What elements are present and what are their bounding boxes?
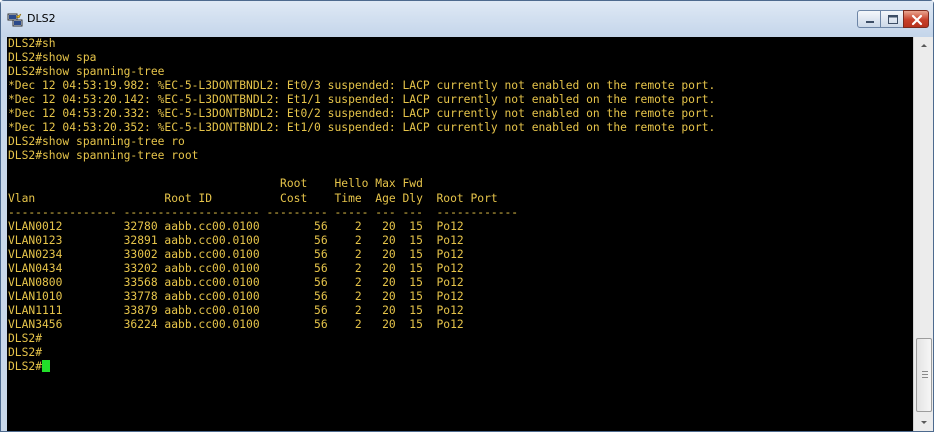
- terminal-line: VLAN0234 33002 aabb.cc00.0100 56 2 20 15…: [7, 248, 913, 262]
- terminal-line-text: DLS2#show spanning-tree: [8, 65, 165, 79]
- terminal-line: DLS2#show spanning-tree ro: [7, 135, 913, 149]
- putty-window: DLS2 DLS2#sh DLS2#show spa DLS2#show spann…: [0, 0, 934, 432]
- terminal-line-text: *Dec 12 04:53:20.142: %EC-5-L3DONTBNDL2:…: [8, 93, 716, 107]
- terminal-line: VLAN0123 32891 aabb.cc00.0100 56 2 20 15…: [7, 234, 913, 248]
- terminal-line-text: Vlan Root ID Cost Time Age Dly Root Port: [8, 191, 498, 205]
- terminal-line: *Dec 12 04:53:19.982: %EC-5-L3DONTBNDL2:…: [7, 79, 913, 93]
- putty-icon: [7, 12, 23, 27]
- terminal-line: VLAN1111 33879 aabb.cc00.0100 56 2 20 15…: [7, 304, 913, 318]
- terminal-line-text: VLAN1111 33879 aabb.cc00.0100 56 2 20 15…: [8, 303, 464, 317]
- terminal-line: ---------------- -------------------- --…: [7, 206, 913, 220]
- terminal-line: DLS2#show spa: [7, 51, 913, 65]
- scroll-down-arrow-icon[interactable]: [914, 414, 934, 431]
- terminal-line-text: VLAN3456 36224 aabb.cc00.0100 56 2 20 15…: [8, 317, 464, 331]
- scroll-up-arrow-icon[interactable]: [914, 37, 934, 54]
- terminal-line: Root Hello Max Fwd: [7, 177, 913, 191]
- terminal-line: *Dec 12 04:53:20.142: %EC-5-L3DONTBNDL2:…: [7, 93, 913, 107]
- terminal-line-text: VLAN0434 33202 aabb.cc00.0100 56 2 20 15…: [8, 261, 464, 275]
- terminal-line: VLAN3456 36224 aabb.cc00.0100 56 2 20 15…: [7, 318, 913, 332]
- terminal-line: VLAN1010 33778 aabb.cc00.0100 56 2 20 15…: [7, 290, 913, 304]
- terminal-line-text: DLS2#show spanning-tree ro: [8, 135, 185, 149]
- terminal-line-text: DLS2#: [8, 346, 43, 360]
- terminal-line-text: VLAN0234 33002 aabb.cc00.0100 56 2 20 15…: [8, 247, 464, 261]
- terminal-line: DLS2#: [7, 360, 913, 374]
- terminal-line-text: DLS2#show spa: [8, 51, 97, 65]
- terminal-line: DLS2#show spanning-tree: [7, 65, 913, 79]
- terminal-output[interactable]: DLS2#sh DLS2#show spa DLS2#show spanning-t…: [7, 37, 913, 431]
- terminal-line-text: DLS2#sh: [8, 37, 56, 50]
- terminal-cursor: [42, 360, 51, 373]
- title-bar[interactable]: DLS2: [1, 1, 933, 37]
- terminal-line: Vlan Root ID Cost Time Age Dly Root Port: [7, 192, 913, 206]
- terminal-line-text: DLS2#: [8, 360, 43, 374]
- terminal-line: DLS2#: [7, 332, 913, 346]
- terminal-line: *Dec 12 04:53:20.332: %EC-5-L3DONTBNDL2:…: [7, 107, 913, 121]
- vertical-scrollbar[interactable]: [913, 37, 933, 431]
- terminal-line-text: VLAN1010 33778 aabb.cc00.0100 56 2 20 15…: [8, 289, 464, 303]
- minimize-icon: [866, 21, 874, 23]
- terminal-line: *Dec 12 04:53:20.352: %EC-5-L3DONTBNDL2:…: [7, 121, 913, 135]
- terminal-line: DLS2#: [7, 346, 913, 360]
- window-title: DLS2: [27, 12, 56, 25]
- terminal-line-text: *Dec 12 04:53:19.982: %EC-5-L3DONTBNDL2:…: [8, 79, 716, 93]
- terminal-line-text: VLAN0012 32780 aabb.cc00.0100 56 2 20 15…: [8, 219, 464, 233]
- terminal-line: VLAN0434 33202 aabb.cc00.0100 56 2 20 15…: [7, 262, 913, 276]
- maximize-icon: [888, 15, 898, 24]
- terminal-line-text: *Dec 12 04:53:20.332: %EC-5-L3DONTBNDL2:…: [8, 107, 716, 121]
- close-icon: [911, 14, 923, 26]
- minimize-button[interactable]: [857, 10, 881, 28]
- terminal-line-text: VLAN0123 32891 aabb.cc00.0100 56 2 20 15…: [8, 233, 464, 247]
- terminal-line: VLAN0800 33568 aabb.cc00.0100 56 2 20 15…: [7, 276, 913, 290]
- terminal-line-text: ---------------- -------------------- --…: [8, 205, 519, 219]
- terminal-line-text: *Dec 12 04:53:20.352: %EC-5-L3DONTBNDL2:…: [8, 121, 716, 135]
- terminal-line-text: DLS2#show spanning-tree root: [8, 149, 199, 163]
- terminal-line-text: DLS2#: [8, 331, 43, 345]
- terminal-line: DLS2#sh: [7, 37, 913, 51]
- close-button[interactable]: [903, 10, 929, 28]
- terminal-line-text: Root Hello Max Fwd: [8, 177, 423, 191]
- maximize-button[interactable]: [880, 10, 904, 28]
- terminal-line-text: VLAN0800 33568 aabb.cc00.0100 56 2 20 15…: [8, 275, 464, 289]
- terminal-line: DLS2#show spanning-tree root: [7, 149, 913, 163]
- terminal-line: VLAN0012 32780 aabb.cc00.0100 56 2 20 15…: [7, 220, 913, 234]
- scrollbar-thumb[interactable]: [916, 338, 932, 412]
